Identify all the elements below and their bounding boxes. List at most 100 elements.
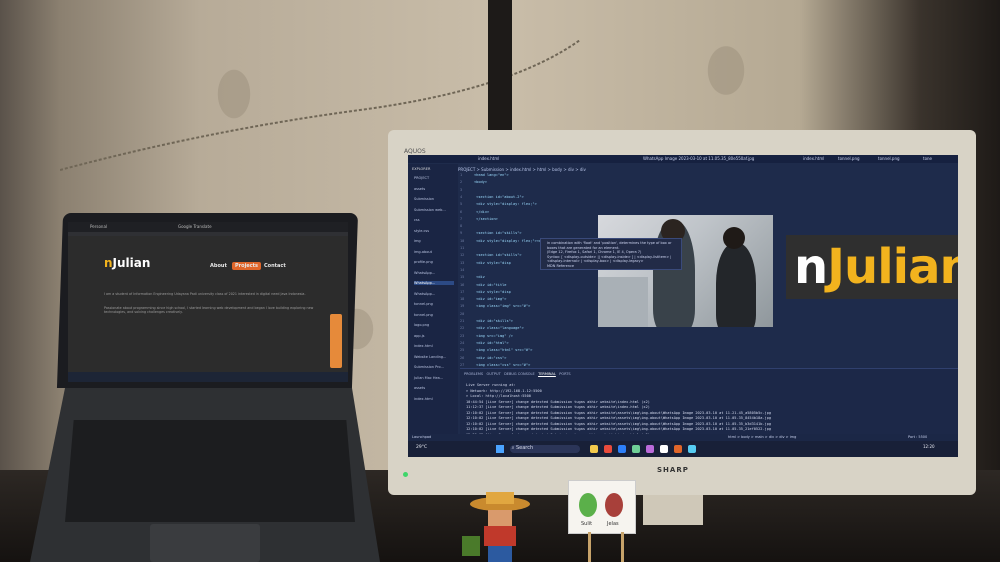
- trackpad[interactable]: [150, 524, 260, 562]
- explorer-item[interactable]: img-about: [414, 250, 432, 254]
- terminal-line: 12:10:02 [Live Server] change detected S…: [466, 416, 772, 420]
- file-explorer: EXPLORER PROJECT assets Submission Submissi…: [408, 164, 458, 434]
- panel-tab[interactable]: OUTPUT: [486, 372, 500, 376]
- windows-start-icon[interactable]: [496, 445, 504, 453]
- code-line: 3: [460, 188, 474, 192]
- image-preview: [598, 215, 773, 327]
- person-photo: [598, 277, 648, 327]
- explorer-item[interactable]: Website Landing...: [414, 355, 446, 359]
- taskbar-search[interactable]: ⌕ Search: [510, 445, 580, 453]
- vscode-icon[interactable]: [618, 445, 626, 453]
- explorer-item[interactable]: app.js: [414, 334, 425, 338]
- code-text: <section id="skills">: [474, 253, 522, 258]
- search-label: Search: [515, 445, 534, 451]
- code-text: <div style="disp: [474, 260, 511, 265]
- editor-tab[interactable]: index.html: [478, 156, 499, 161]
- browser-tab[interactable]: Personal: [90, 224, 107, 230]
- explorer-item[interactable]: css: [414, 218, 420, 222]
- explorer-item[interactable]: Submission web...: [414, 208, 446, 212]
- panel-tab[interactable]: DEBUG CONSOLE: [504, 372, 535, 376]
- app-icon[interactable]: [674, 445, 682, 453]
- explorer-item[interactable]: style.css: [414, 229, 429, 233]
- browser-icon[interactable]: [604, 445, 612, 453]
- line-number: 16: [460, 282, 465, 287]
- code-text: <div: [474, 275, 485, 280]
- code-line: 20: [460, 312, 474, 316]
- status-left[interactable]: Launchpad: [412, 435, 431, 439]
- pixel-figurine: [462, 492, 530, 562]
- explorer-item[interactable]: logo.png: [414, 323, 429, 327]
- explorer-item[interactable]: img: [414, 239, 421, 243]
- app-icon[interactable]: [688, 445, 696, 453]
- app-icon[interactable]: [660, 445, 668, 453]
- line-number: 20: [460, 311, 465, 316]
- logo-preview: nJulian: [786, 235, 958, 299]
- code-text: </div>: [474, 209, 490, 214]
- explorer-item[interactable]: profile.png: [414, 260, 433, 264]
- editor-tab[interactable]: index.html: [803, 156, 824, 161]
- editor-tab[interactable]: WhatsApp Image 2023-03-10 at 11.05.35_80…: [643, 156, 754, 161]
- file-explorer-icon[interactable]: [590, 445, 598, 453]
- explorer-item[interactable]: index.html: [414, 397, 433, 401]
- panel-tab[interactable]: PORTS: [559, 372, 570, 376]
- explorer-item[interactable]: PROJECT: [414, 176, 429, 180]
- code-line: 16 <div id="title: [460, 283, 506, 287]
- explorer-item[interactable]: WhatsApp...: [414, 281, 454, 285]
- banner-logo-mark: n: [794, 239, 828, 295]
- explorer-item[interactable]: assets: [414, 386, 425, 390]
- explorer-item[interactable]: assets: [414, 187, 425, 191]
- tooltip-line: boxes that are generated for an element.: [547, 245, 620, 250]
- browser-tab[interactable]: Google Translate: [178, 224, 212, 230]
- line-number: 2: [460, 180, 463, 185]
- taskbar-clock[interactable]: 12:20: [923, 444, 935, 449]
- nav-projects[interactable]: Projects: [232, 262, 262, 270]
- code-text: <div style="disp: [474, 289, 511, 294]
- editor-tab[interactable]: tonnel.png: [878, 156, 900, 161]
- windows-taskbar: 29°C ⌕ Search 12:20: [408, 441, 958, 457]
- keyboard[interactable]: [65, 420, 355, 522]
- nav-contact[interactable]: Contact: [264, 263, 286, 269]
- explorer-item[interactable]: index.html: [414, 344, 433, 348]
- dark-strap: [488, 0, 512, 140]
- line-number: 7: [460, 216, 463, 221]
- editor-tab[interactable]: tonnel.png: [838, 156, 860, 161]
- explorer-item[interactable]: Submission: [414, 197, 434, 201]
- app-icon[interactable]: [646, 445, 654, 453]
- code-text: </section>: [474, 216, 498, 221]
- about-paragraph: I am a student of Information Engineerin…: [104, 292, 306, 296]
- breadcrumb[interactable]: PROJECT > Submission > index.html > html…: [458, 167, 586, 172]
- app-icon[interactable]: [632, 445, 640, 453]
- code-line: 24 <div id="html">: [460, 341, 509, 345]
- mdn-reference-link[interactable]: MDN Reference: [547, 264, 574, 268]
- site-logo[interactable]: nJulian: [104, 256, 150, 270]
- explorer-item[interactable]: tonnel.png: [414, 302, 433, 306]
- terminal-panel[interactable]: PROBLEMS OUTPUT DEBUG CONSOLE TERMINAL P…: [460, 368, 958, 439]
- weather-widget[interactable]: 29°C: [416, 445, 427, 450]
- side-panel-buttons[interactable]: [330, 314, 342, 368]
- person-head: [723, 227, 745, 249]
- panel-tab[interactable]: PROBLEMS: [464, 372, 483, 376]
- explorer-item[interactable]: Julian Mac Hea...: [414, 376, 443, 380]
- tooltip-line: Syntax: [ <display-outside> || <display-…: [547, 254, 672, 259]
- code-text: <div style="display: flex;">: [474, 202, 537, 207]
- status-port[interactable]: Port : 5500: [908, 435, 927, 439]
- line-number: 12: [460, 253, 465, 258]
- code-line: 27 <img class="css" src="#">: [460, 363, 530, 367]
- editor-tab[interactable]: tone: [923, 156, 932, 161]
- nav-about[interactable]: About: [210, 263, 227, 269]
- line-number: 5: [460, 202, 463, 207]
- red-face-icon: [605, 493, 623, 517]
- explorer-item[interactable]: tonnel.png: [414, 313, 433, 317]
- laptop-taskbar[interactable]: [68, 372, 348, 382]
- panel-tab-terminal[interactable]: TERMINAL: [538, 372, 556, 376]
- explorer-item[interactable]: Submission Pro...: [414, 365, 444, 369]
- line-number: 27: [460, 362, 465, 367]
- hover-tooltip: in combination with 'float' and 'positio…: [540, 238, 682, 270]
- code-text: <img class="css" src="#">: [474, 362, 531, 367]
- editor-tab-bar: index.html WhatsApp Image 2023-03-10 at …: [408, 155, 958, 163]
- code-line: 21 <div id="skills">: [460, 319, 513, 323]
- browser-tab-bar: Personal Google Translate: [68, 222, 348, 232]
- explorer-item[interactable]: WhatsApp...: [414, 292, 435, 296]
- explorer-item[interactable]: WhatsApp...: [414, 271, 435, 275]
- code-line: 9 <section id="skills">: [460, 231, 522, 235]
